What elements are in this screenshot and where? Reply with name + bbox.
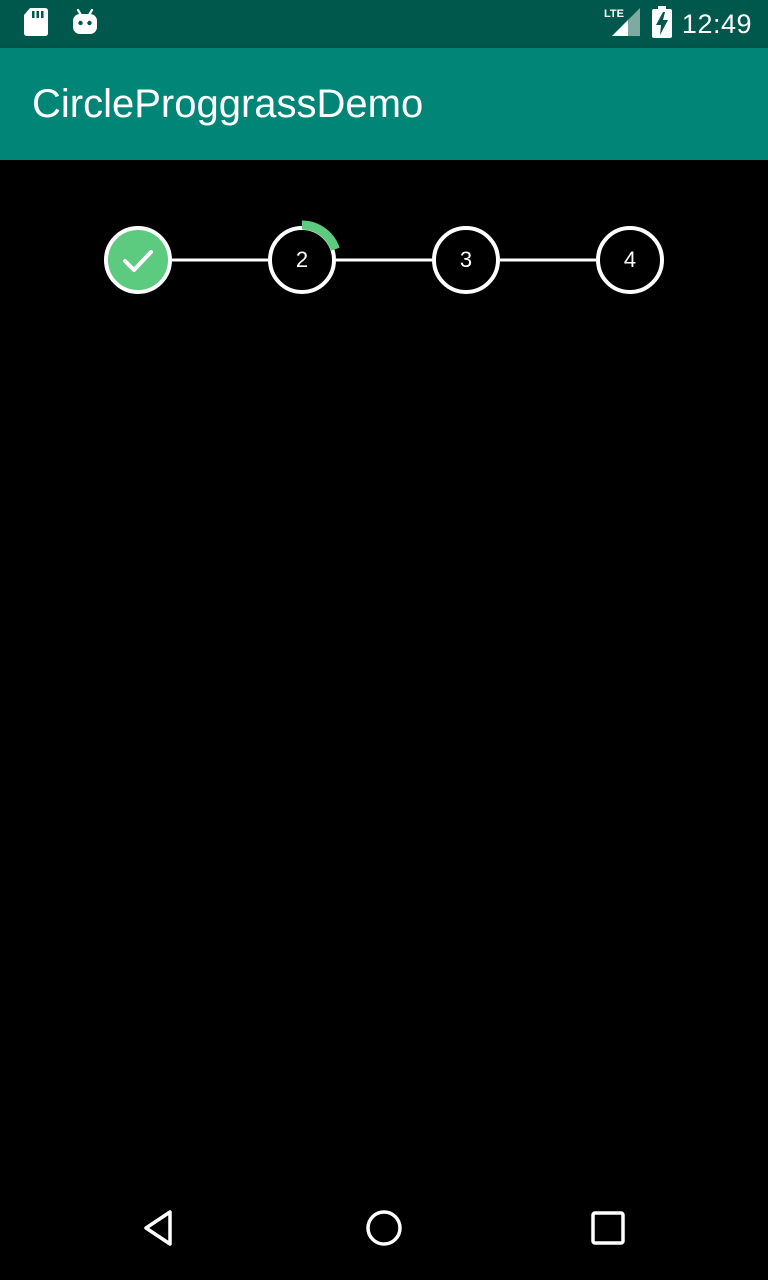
status-bar-notifications [24, 7, 98, 41]
step-1-circle [104, 226, 172, 294]
status-bar-system: LTE 12:49 [604, 0, 752, 48]
android-icon [72, 8, 98, 41]
status-bar-clock: 12:49 [681, 8, 752, 39]
home-icon [366, 1210, 402, 1246]
home-button[interactable] [354, 1198, 414, 1258]
sd-card-icon [24, 7, 48, 41]
main-content: 2 3 4 [0, 160, 768, 1176]
network-type-label: LTE [604, 8, 624, 20]
back-icon [144, 1210, 172, 1246]
back-button[interactable] [130, 1198, 190, 1258]
navigation-bar [0, 1176, 768, 1280]
lte-signal-icon: LTE [604, 6, 642, 43]
app-bar: CircleProggrassDemo [0, 48, 768, 160]
recents-button[interactable] [578, 1198, 638, 1258]
step-1[interactable] [104, 226, 172, 294]
step-4-label: 4 [623, 247, 637, 272]
app-title: CircleProggrassDemo [32, 82, 424, 126]
recents-icon [591, 1211, 625, 1245]
status-bar: LTE 12:49 [0, 0, 768, 48]
step-3-label: 3 [459, 247, 473, 272]
step-2-label: 2 [295, 247, 309, 272]
battery-charging-icon [651, 5, 672, 43]
circle-progress-stepper: 2 3 4 [0, 160, 768, 360]
